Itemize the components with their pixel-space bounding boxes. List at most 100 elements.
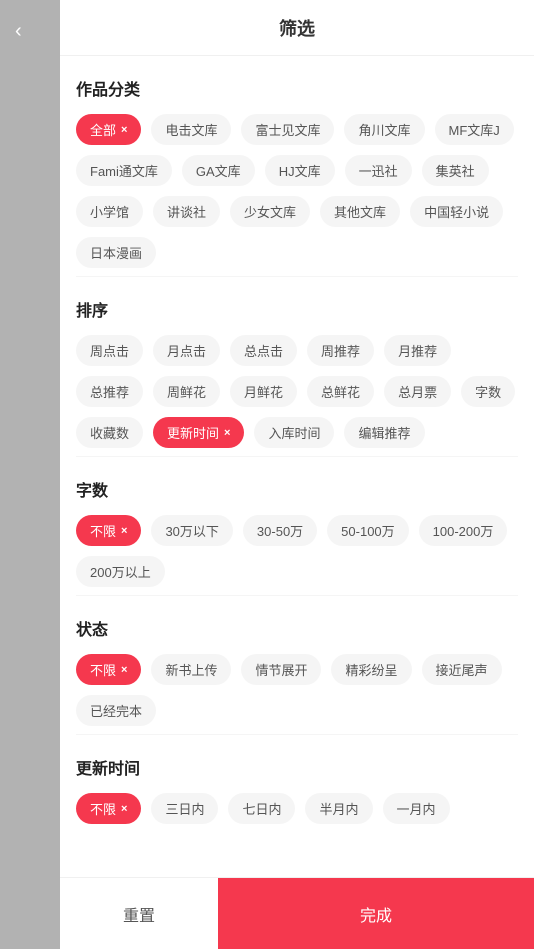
tag-update-time-1[interactable]: 三日内 [151,793,218,824]
tag-sort-4[interactable]: 月推荐 [384,335,451,366]
tag-label: 其他文库 [334,205,386,220]
tag-wordcount-4[interactable]: 100-200万 [419,515,508,546]
panel-title: 筛选 [279,15,315,41]
footer-bar: 重置 完成 [60,877,534,949]
tag-label: 全部 [90,120,116,139]
tag-sort-13[interactable]: 入库时间 [254,417,334,448]
tag-label: 100-200万 [433,524,494,539]
tag-label: MF文库J [449,123,500,138]
tags-wrap-sort: 周点击 月点击 总点击 周推荐 月推荐总推荐 周鲜花 月鲜花 总鲜花总月票字数收藏数 更新时间×… [76,335,518,448]
tag-category-2[interactable]: 富士见文库 [241,114,334,145]
tag-label: 不限 [90,660,116,679]
tag-close-icon[interactable]: × [224,427,230,439]
tag-category-12[interactable]: 少女文库 [230,196,310,227]
tag-wordcount-5[interactable]: 200万以上 [76,556,165,587]
tag-label: Fami通文库 [90,164,158,179]
tag-status-5[interactable]: 已经完本 [76,695,156,726]
tag-wordcount-2[interactable]: 30-50万 [243,515,317,546]
tag-update-time-3[interactable]: 半月内 [305,793,372,824]
tag-category-11[interactable]: 讲谈社 [153,196,220,227]
tag-label: 总点击 [244,344,283,359]
tag-label: 少女文库 [244,205,296,220]
tag-label: 半月内 [319,802,358,817]
tag-close-icon[interactable]: × [121,803,127,815]
tag-label: 不限 [90,799,116,818]
tag-category-10[interactable]: 小学馆 [76,196,143,227]
tag-label: 角川文库 [358,123,410,138]
tag-update-time-2[interactable]: 七日内 [228,793,295,824]
reset-button[interactable]: 重置 [60,878,218,949]
section-title-category: 作品分类 [76,76,518,100]
tag-wordcount-1[interactable]: 30万以下 [151,515,232,546]
tag-sort-7[interactable]: 月鲜花 [230,376,297,407]
tag-sort-14[interactable]: 编辑推荐 [344,417,424,448]
tag-sort-1[interactable]: 月点击 [153,335,220,366]
filter-content: 作品分类全部 × 电击文库 富士见文库 角川文库 MF文库J Fami通文库 GA文库 HJ文库… [60,56,534,877]
tag-close-icon[interactable]: × [121,124,127,136]
section-title-update-time: 更新时间 [76,755,518,779]
tag-sort-10[interactable]: 字数 [461,376,515,407]
tag-label: 收藏数 [90,426,129,441]
tag-label: 200万以上 [90,565,151,580]
tag-status-1[interactable]: 新书上传 [151,654,231,685]
tag-category-1[interactable]: 电击文库 [151,114,231,145]
tag-label: GA文库 [196,164,241,179]
tag-sort-8[interactable]: 总鲜花 [307,376,374,407]
tag-update-time-4[interactable]: 一月内 [383,793,450,824]
tag-label: 50-100万 [341,524,394,539]
tag-status-0[interactable]: 不限 × [76,654,141,685]
tag-status-2[interactable]: 情节展开 [241,654,321,685]
tag-category-14[interactable]: 中国轻小说 [410,196,503,227]
tag-category-15[interactable]: 日本漫画 [76,237,156,268]
tag-category-6[interactable]: GA文库 [182,155,255,186]
tag-label: 电击文库 [165,123,217,138]
section-update-time: 更新时间不限 × 三日内 七日内 半月内 一月内 [76,734,518,832]
tag-sort-6[interactable]: 周鲜花 [153,376,220,407]
tag-sort-0[interactable]: 周点击 [76,335,143,366]
tags-wrap-category: 全部 × 电击文库 富士见文库 角川文库 MF文库J Fami通文库 GA文库 HJ文库 一迅社 集… [76,114,518,268]
tag-status-3[interactable]: 精彩纷呈 [331,654,411,685]
tag-sort-2[interactable]: 总点击 [230,335,297,366]
tag-label: 已经完本 [90,704,142,719]
tag-status-4[interactable]: 接近尾声 [422,654,502,685]
tag-category-0[interactable]: 全部 × [76,114,141,145]
tag-wordcount-0[interactable]: 不限 × [76,515,141,546]
confirm-button[interactable]: 完成 [218,878,534,949]
tag-category-13[interactable]: 其他文库 [320,196,400,227]
tag-label: 富士见文库 [255,123,320,138]
tag-category-7[interactable]: HJ文库 [265,155,335,186]
tag-update-time-0[interactable]: 不限 × [76,793,141,824]
section-category: 作品分类全部 × 电击文库 富士见文库 角川文库 MF文库J Fami通文库 GA文库 HJ文库… [76,56,518,276]
tag-label: 月鲜花 [244,385,283,400]
section-status: 状态不限 × 新书上传情节展开 精彩纷呈 接近尾声已经完本 [76,595,518,734]
tag-category-8[interactable]: 一迅社 [345,155,412,186]
tag-label: 精彩纷呈 [345,663,397,678]
tag-label: 一迅社 [359,164,398,179]
section-title-status: 状态 [76,616,518,640]
tag-label: 总推荐 [90,385,129,400]
tag-label: 30万以下 [165,524,218,539]
tag-category-9[interactable]: 集英社 [422,155,489,186]
tag-sort-3[interactable]: 周推荐 [307,335,374,366]
tag-sort-11[interactable]: 收藏数 [76,417,143,448]
tag-label: 30-50万 [257,524,303,539]
tag-category-4[interactable]: MF文库J [435,114,514,145]
tag-label: 月点击 [167,344,206,359]
tag-category-5[interactable]: Fami通文库 [76,155,172,186]
back-button[interactable]: ‹ [15,20,22,43]
tag-label: 小学馆 [90,205,129,220]
tag-close-icon[interactable]: × [121,664,127,676]
tag-sort-12[interactable]: 更新时间× [153,417,244,448]
tag-label: 月推荐 [398,344,437,359]
tag-label: 编辑推荐 [358,426,410,441]
tag-label: 讲谈社 [167,205,206,220]
tag-wordcount-3[interactable]: 50-100万 [327,515,408,546]
tag-close-icon[interactable]: × [121,525,127,537]
tag-label: 三日内 [165,802,204,817]
tag-sort-9[interactable]: 总月票 [384,376,451,407]
tag-sort-5[interactable]: 总推荐 [76,376,143,407]
tag-category-3[interactable]: 角川文库 [344,114,424,145]
section-wordcount: 字数不限×30万以下30-50万50-100万100-200万200万以上 [76,456,518,595]
tag-label: 一月内 [397,802,436,817]
tag-label: 不限 [90,521,116,540]
